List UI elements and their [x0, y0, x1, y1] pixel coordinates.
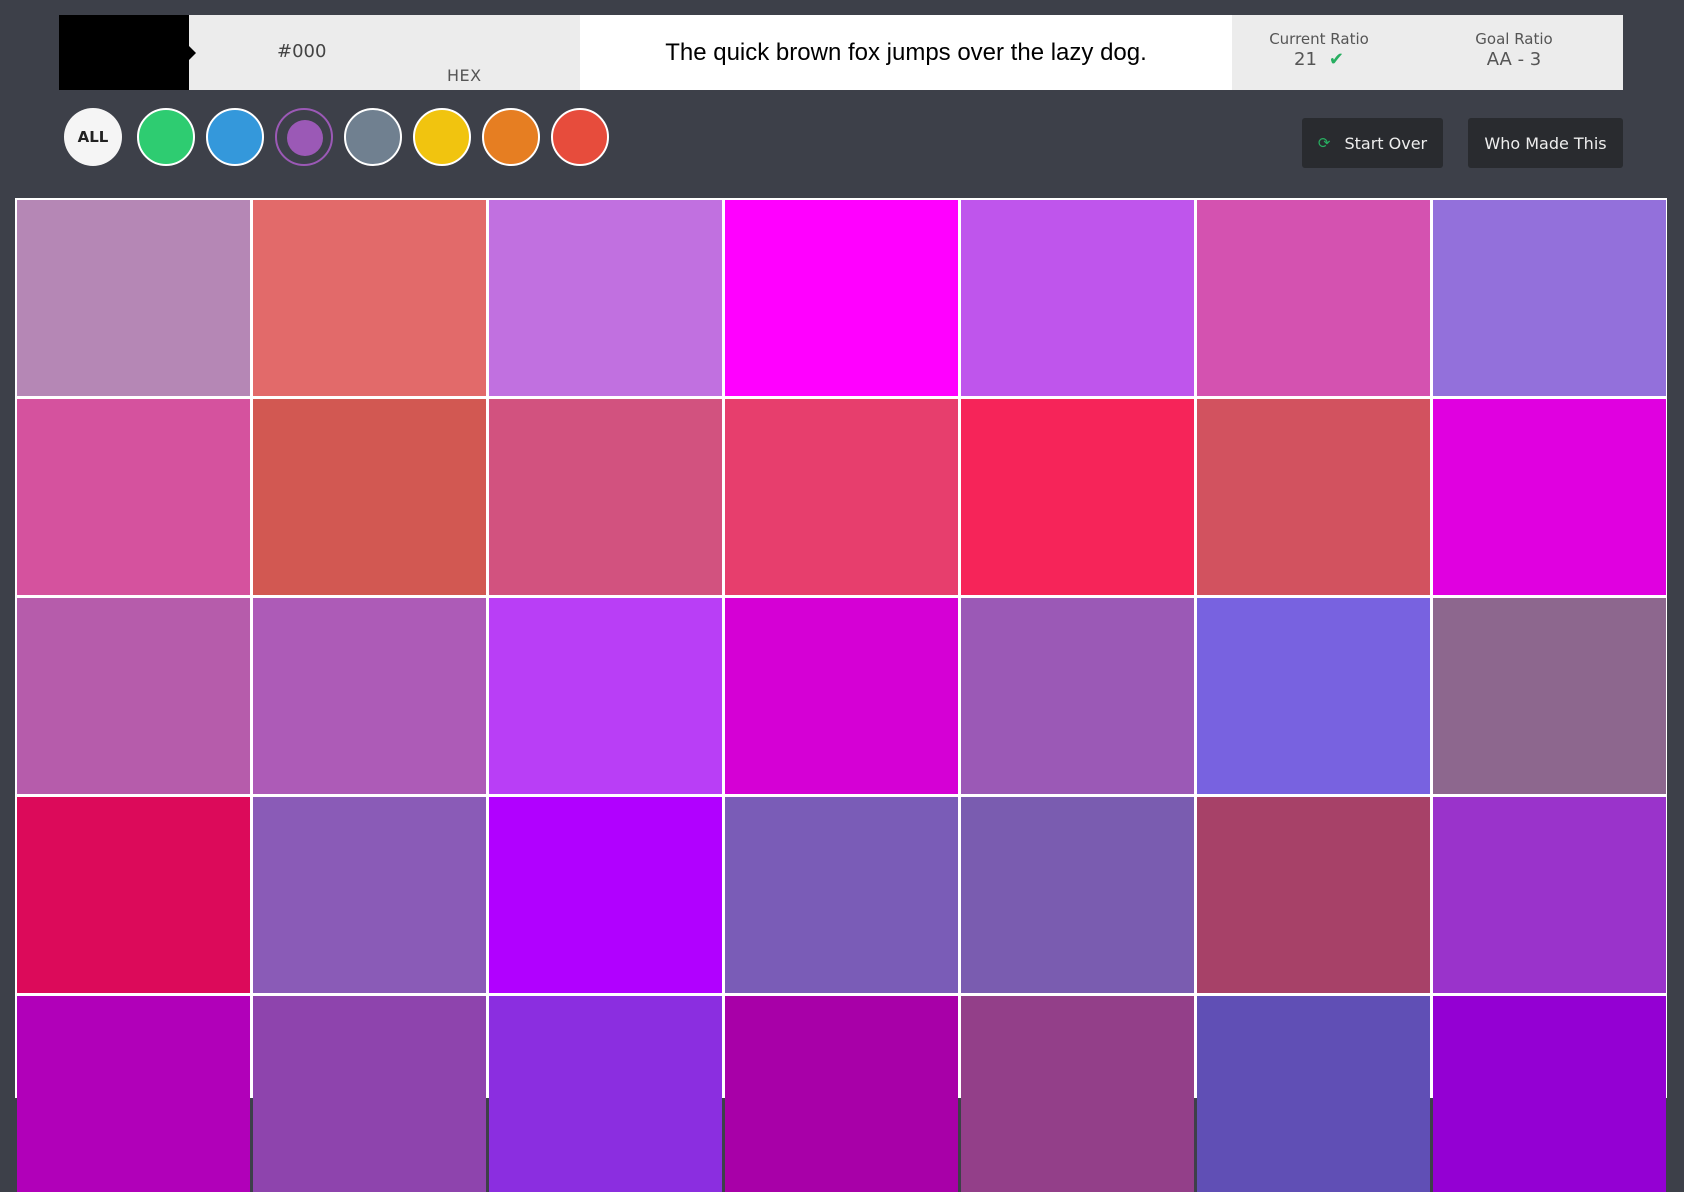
- color-swatch[interactable]: [725, 200, 958, 396]
- hex-value[interactable]: #000: [277, 41, 326, 62]
- start-over-button[interactable]: ⟳ Start Over: [1302, 118, 1443, 168]
- color-swatch[interactable]: [17, 598, 250, 794]
- start-over-label: Start Over: [1344, 133, 1428, 153]
- color-swatch[interactable]: [253, 200, 486, 396]
- color-swatch[interactable]: [725, 996, 958, 1192]
- color-swatch[interactable]: [1433, 200, 1666, 396]
- color-swatch[interactable]: [17, 399, 250, 595]
- color-swatch[interactable]: [489, 598, 722, 794]
- color-swatch[interactable]: [961, 399, 1194, 595]
- color-preview-swatch: [59, 15, 189, 90]
- color-swatch[interactable]: [253, 996, 486, 1192]
- current-ratio-value: 21: [1294, 49, 1317, 70]
- color-swatch[interactable]: [961, 797, 1194, 993]
- color-swatch[interactable]: [17, 996, 250, 1192]
- color-info-bar: #000 HEX The quick brown fox jumps over …: [59, 15, 1623, 90]
- color-swatch[interactable]: [1197, 598, 1430, 794]
- color-swatch[interactable]: [1197, 200, 1430, 396]
- check-icon: ✔: [1328, 49, 1344, 70]
- filter-blue-button[interactable]: [206, 108, 264, 166]
- color-swatch[interactable]: [725, 399, 958, 595]
- sample-text: The quick brown fox jumps over the lazy …: [665, 38, 1147, 66]
- goal-ratio-label: Goal Ratio: [1475, 30, 1553, 48]
- color-swatch[interactable]: [1197, 996, 1430, 1192]
- color-swatch[interactable]: [489, 797, 722, 993]
- color-swatch-grid: [15, 198, 1667, 1192]
- current-ratio-label: Current Ratio: [1269, 30, 1369, 48]
- color-swatch[interactable]: [17, 797, 250, 993]
- refresh-icon: ⟳: [1317, 134, 1331, 152]
- color-swatch[interactable]: [725, 797, 958, 993]
- color-swatch[interactable]: [17, 200, 250, 396]
- filter-yellow-button[interactable]: [413, 108, 471, 166]
- color-swatch[interactable]: [1433, 598, 1666, 794]
- color-swatch[interactable]: [961, 200, 1194, 396]
- filter-orange-button[interactable]: [482, 108, 540, 166]
- filter-green-button[interactable]: [137, 108, 195, 166]
- color-swatch[interactable]: [1197, 797, 1430, 993]
- color-swatch[interactable]: [253, 399, 486, 595]
- color-swatch[interactable]: [961, 598, 1194, 794]
- color-swatch[interactable]: [253, 797, 486, 993]
- goal-ratio: Goal Ratio AA - 3: [1449, 30, 1579, 70]
- current-ratio: Current Ratio 21 ✔: [1254, 30, 1384, 70]
- filter-red-button[interactable]: [551, 108, 609, 166]
- text-sample-box: The quick brown fox jumps over the lazy …: [580, 15, 1232, 90]
- color-swatch[interactable]: [961, 996, 1194, 1192]
- filter-purple-button[interactable]: [275, 108, 333, 166]
- color-swatch[interactable]: [1197, 399, 1430, 595]
- hex-label: HEX: [447, 66, 482, 85]
- who-made-this-button[interactable]: Who Made This: [1468, 118, 1623, 168]
- color-swatch[interactable]: [253, 598, 486, 794]
- color-swatch[interactable]: [1433, 996, 1666, 1192]
- color-swatch[interactable]: [489, 399, 722, 595]
- color-swatch[interactable]: [489, 996, 722, 1192]
- who-made-this-label: Who Made This: [1484, 133, 1607, 153]
- filter-all-button[interactable]: ALL: [64, 108, 122, 166]
- color-swatch[interactable]: [725, 598, 958, 794]
- color-swatch[interactable]: [489, 200, 722, 396]
- swatch-pointer-arrow: [188, 45, 196, 61]
- goal-ratio-value: AA - 3: [1486, 49, 1542, 70]
- color-swatch[interactable]: [1433, 399, 1666, 595]
- color-swatch[interactable]: [1433, 797, 1666, 993]
- filter-gray-button[interactable]: [344, 108, 402, 166]
